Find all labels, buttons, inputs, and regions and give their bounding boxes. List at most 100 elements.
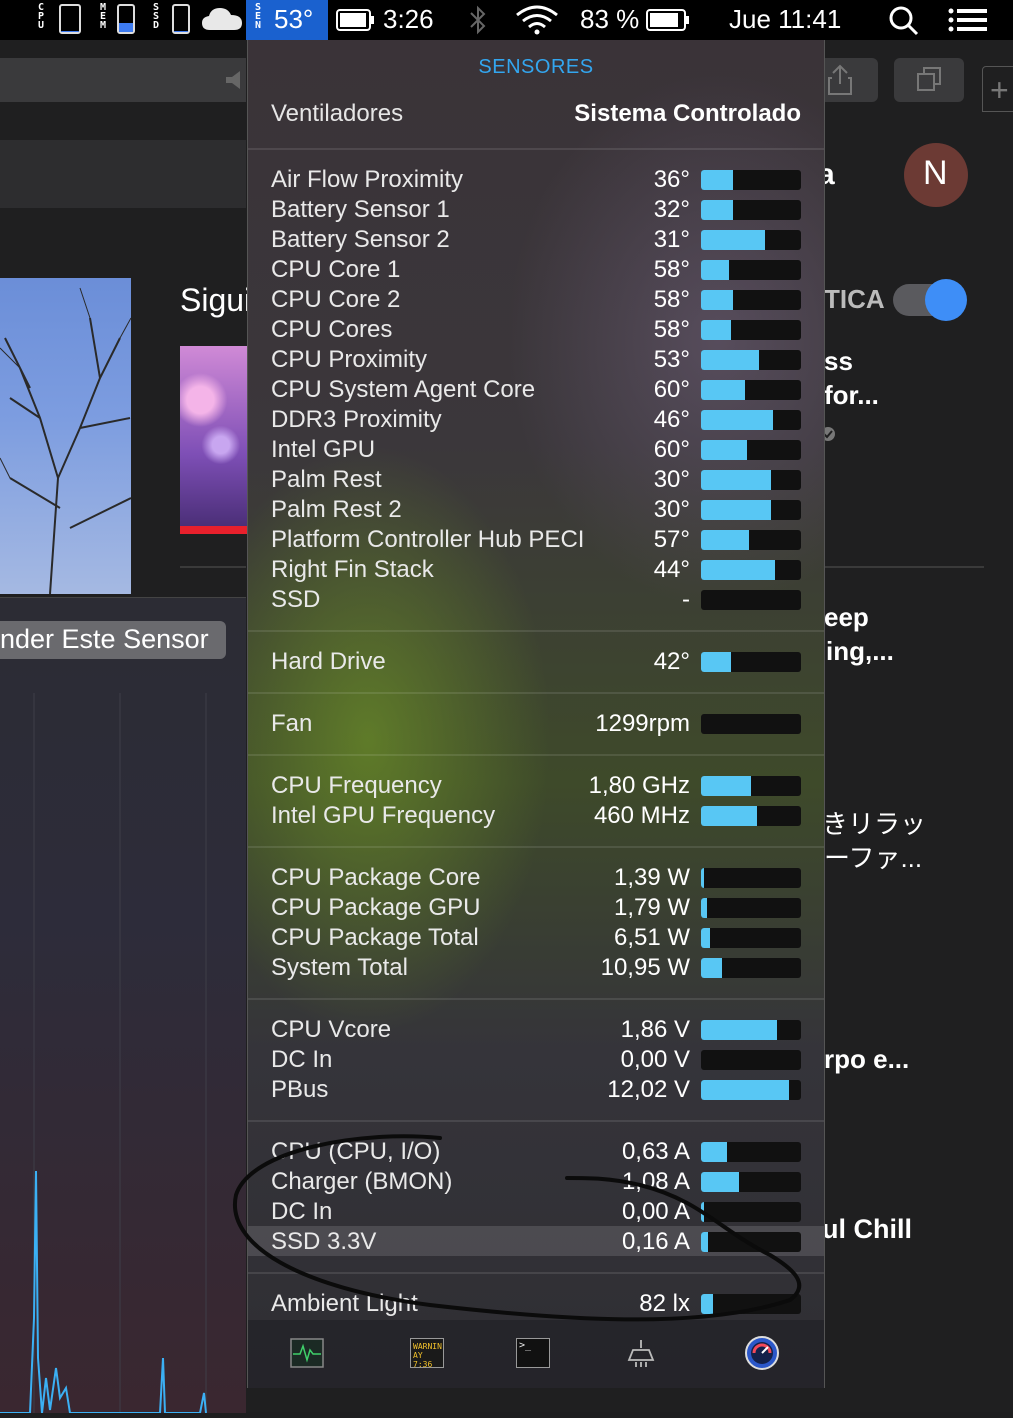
sensor-level-bar bbox=[701, 958, 801, 978]
sensor-level-fill bbox=[701, 1142, 727, 1162]
sensor-row[interactable]: CPU Vcore 1,86 V bbox=[248, 1014, 824, 1044]
tree-branches-drawing bbox=[0, 287, 131, 594]
sensors-popup: SENSORES Ventiladores Sistema Controlado… bbox=[247, 40, 825, 1388]
sensor-row[interactable]: Palm Rest 2 30° bbox=[248, 494, 824, 524]
bg-flower-thumbnail[interactable] bbox=[180, 346, 248, 526]
bg-toggle-knob[interactable] bbox=[925, 279, 967, 321]
sensor-value: - bbox=[682, 586, 690, 613]
sensor-row[interactable]: Air Flow Proximity 36° bbox=[248, 164, 824, 194]
mem-meter[interactable] bbox=[117, 4, 135, 34]
sensor-name: Ambient Light bbox=[271, 1290, 418, 1317]
sensor-name: System Total bbox=[271, 954, 408, 981]
sensor-level-bar bbox=[701, 170, 801, 190]
activity-monitor-icon[interactable] bbox=[290, 1338, 324, 1368]
sensor-name: Platform Controller Hub PECI bbox=[271, 526, 585, 553]
istat-menus-icon[interactable] bbox=[744, 1335, 780, 1371]
cpu-meter[interactable] bbox=[59, 4, 81, 34]
fans-mode[interactable]: Sistema Controlado bbox=[574, 100, 801, 128]
sensor-row[interactable]: CPU Cores 58° bbox=[248, 314, 824, 344]
sensor-level-bar bbox=[701, 530, 801, 550]
sensor-level-bar bbox=[701, 290, 801, 310]
sensor-graph bbox=[0, 693, 207, 1414]
sensor-row[interactable]: CPU Core 1 58° bbox=[248, 254, 824, 284]
sensor-level-bar bbox=[701, 350, 801, 370]
sensor-name: CPU Core 2 bbox=[271, 286, 401, 313]
sensor-level-bar bbox=[701, 806, 801, 826]
bg-toolbar-field[interactable] bbox=[0, 58, 246, 102]
sensor-level-fill bbox=[701, 260, 729, 280]
sensor-level-fill bbox=[701, 320, 731, 340]
sensor-row[interactable]: CPU Package GPU 1,79 W bbox=[248, 892, 824, 922]
tabs-icon bbox=[917, 67, 941, 91]
wifi-icon[interactable] bbox=[515, 5, 559, 35]
sensor-name: CPU System Agent Core bbox=[271, 376, 536, 403]
sensor-level-fill bbox=[701, 500, 771, 520]
ssd-label-text: SSD bbox=[150, 2, 162, 29]
sensor-row[interactable]: CPU Proximity 53° bbox=[248, 344, 824, 374]
ssd-meter[interactable] bbox=[172, 4, 190, 34]
sensor-level-bar bbox=[701, 470, 801, 490]
bg-text-ing: ing,... bbox=[826, 636, 894, 666]
sensor-row[interactable]: Battery Sensor 2 31° bbox=[248, 224, 824, 254]
terminal-icon[interactable]: >_ bbox=[516, 1338, 550, 1368]
sensor-row[interactable]: Intel GPU Frequency 460 MHz bbox=[248, 800, 824, 830]
sensor-row[interactable]: CPU (CPU, I/O) 0,63 A bbox=[248, 1136, 824, 1166]
bluetooth-icon[interactable] bbox=[468, 4, 488, 36]
sensor-row[interactable]: Hard Drive 42° bbox=[248, 646, 824, 676]
sensor-row[interactable]: CPU Core 2 58° bbox=[248, 284, 824, 314]
sensor-row[interactable]: CPU System Agent Core 60° bbox=[248, 374, 824, 404]
spotlight-search-icon[interactable] bbox=[888, 5, 920, 37]
console-icon[interactable]: WARNIN AY 7:36 bbox=[410, 1338, 444, 1369]
sensor-row[interactable]: Battery Sensor 1 32° bbox=[248, 194, 824, 224]
sensor-row[interactable]: CPU Package Core 1,39 W bbox=[248, 862, 824, 892]
sensor-name: Fan bbox=[271, 710, 313, 737]
sensor-graph-panel bbox=[0, 597, 246, 1414]
sensor-row[interactable]: SSD 3.3V 0,16 A bbox=[248, 1226, 824, 1256]
sensor-level-bar bbox=[701, 590, 801, 610]
sensor-row[interactable]: CPU Package Total 6,51 W bbox=[248, 922, 824, 952]
sensor-row[interactable]: Intel GPU 60° bbox=[248, 434, 824, 464]
sensors-menu-item[interactable]: SEN 53° bbox=[246, 0, 328, 40]
sensor-level-bar bbox=[701, 320, 801, 340]
speaker-icon[interactable] bbox=[224, 70, 246, 90]
sensor-name: Battery Sensor 1 bbox=[271, 196, 450, 223]
sensor-row[interactable]: DC In 0,00 A bbox=[248, 1196, 824, 1226]
sensor-row[interactable]: DDR3 Proximity 46° bbox=[248, 404, 824, 434]
sensor-level-bar bbox=[701, 776, 801, 796]
sensor-level-bar bbox=[701, 200, 801, 220]
battery-percent: 83 % bbox=[580, 4, 640, 34]
notification-center-icon[interactable] bbox=[948, 8, 988, 32]
sensor-level-bar bbox=[701, 1202, 801, 1222]
bg-tree-image[interactable] bbox=[0, 278, 131, 594]
sensor-row[interactable]: Platform Controller Hub PECI 57° bbox=[248, 524, 824, 554]
mem-label-text: MEM bbox=[97, 2, 109, 29]
bg-text-chill: ul Chill bbox=[822, 1214, 912, 1244]
bg-text-ss: ss bbox=[824, 346, 853, 376]
sensor-name: DC In bbox=[271, 1198, 333, 1225]
sensor-level-bar bbox=[701, 260, 801, 280]
sensor-row[interactable]: Palm Rest 30° bbox=[248, 464, 824, 494]
battery-icon[interactable] bbox=[336, 9, 376, 31]
cloud-icon[interactable] bbox=[200, 6, 244, 32]
sensor-row[interactable]: Ambient Light 82 lx bbox=[248, 1288, 824, 1318]
sensor-value: 0,16 A bbox=[621, 1228, 690, 1255]
clock[interactable]: Jue 11:41 bbox=[729, 4, 841, 35]
sensor-level-bar bbox=[701, 1020, 801, 1040]
sensor-row[interactable]: SSD - bbox=[248, 584, 824, 614]
sensor-row[interactable]: Right Fin Stack 44° bbox=[248, 554, 824, 584]
new-tab-plus-icon: + bbox=[990, 72, 1009, 108]
sensor-name: Battery Sensor 2 bbox=[271, 226, 450, 253]
bg-search-bar[interactable] bbox=[0, 140, 246, 208]
sensor-row[interactable]: System Total 10,95 W bbox=[248, 952, 824, 982]
sensor-row[interactable]: PBus 12,02 V bbox=[248, 1074, 824, 1104]
sensor-row[interactable]: Charger (BMON) 1,08 A bbox=[248, 1166, 824, 1196]
sensor-row[interactable]: Fan 1299rpm bbox=[248, 708, 824, 738]
group-separator bbox=[248, 1272, 824, 1274]
sensor-name: SSD bbox=[271, 586, 321, 613]
system-info-icon[interactable] bbox=[624, 1338, 658, 1368]
sensor-row[interactable]: DC In 0,00 V bbox=[248, 1044, 824, 1074]
battery-status-icon[interactable] bbox=[646, 9, 692, 31]
sensor-level-bar bbox=[701, 928, 801, 948]
sensor-row[interactable]: CPU Frequency 1,80 GHz bbox=[248, 770, 824, 800]
sensor-name: Intel GPU bbox=[271, 436, 376, 463]
